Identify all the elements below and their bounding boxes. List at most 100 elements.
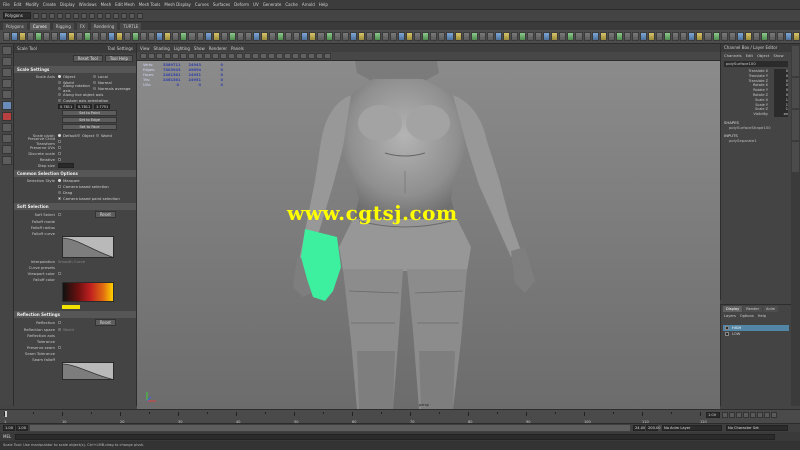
step-back-key-icon[interactable]: [729, 412, 735, 418]
circle-icon[interactable]: [43, 32, 51, 41]
set-to-point-button[interactable]: Set to Point: [62, 110, 117, 116]
ssao-icon[interactable]: [276, 53, 283, 59]
menu-curves[interactable]: Curves: [195, 2, 209, 7]
insert-loop-icon[interactable]: [406, 32, 414, 41]
menu-display[interactable]: Display: [60, 2, 75, 7]
layout-two-icon[interactable]: [2, 145, 12, 154]
nurbs-plane-icon[interactable]: [91, 32, 99, 41]
menu-help[interactable]: Help: [319, 2, 328, 7]
extrude-face-icon[interactable]: [373, 32, 381, 41]
reverse-curve-icon[interactable]: [132, 32, 140, 41]
select-component-icon[interactable]: [89, 12, 95, 19]
soft-select-checkbox[interactable]: [58, 212, 61, 216]
preserve-uvs-checkbox[interactable]: [58, 145, 61, 149]
channel-menu-edit[interactable]: Edit: [746, 53, 753, 58]
rigid-body-icon[interactable]: [543, 32, 551, 41]
cylindrical-map-icon[interactable]: [486, 32, 494, 41]
radio-space-world[interactable]: [58, 327, 61, 331]
nurbs-sphere-icon[interactable]: [59, 32, 67, 41]
side-tab-attribute-editor[interactable]: [792, 78, 799, 108]
time-slider[interactable]: 1 10 20 30 40 50 60 70 80 90 100 110 120 1.00: [0, 409, 800, 424]
shelf-tab-rendering[interactable]: Rendering: [90, 22, 118, 30]
select-hierarchy-icon[interactable]: [73, 12, 79, 19]
gate-mask-icon[interactable]: [196, 53, 203, 59]
sculpt-icon[interactable]: [277, 32, 285, 41]
shelf-tab-rigging[interactable]: Rigging: [52, 22, 74, 30]
poly-pipe-icon[interactable]: [333, 32, 341, 41]
poly-cylinder-icon[interactable]: [301, 32, 309, 41]
render-settings-icon[interactable]: [137, 12, 143, 19]
current-frame-field[interactable]: 1.00: [706, 412, 720, 418]
layer-menu-options[interactable]: Options: [740, 314, 754, 318]
attach-curve-icon[interactable]: [107, 32, 115, 41]
smooth-shade-icon[interactable]: [236, 53, 243, 59]
last-tool-icon[interactable]: [2, 112, 12, 121]
combine-icon[interactable]: [341, 32, 349, 41]
layer-visibility-toggle[interactable]: [725, 332, 729, 336]
uv-layout-icon[interactable]: [462, 32, 470, 41]
xray-joints-icon[interactable]: [316, 53, 323, 59]
snap-curve-icon[interactable]: [105, 12, 111, 19]
wire-icon[interactable]: [720, 32, 728, 41]
start-time-field[interactable]: 1.00: [3, 425, 15, 431]
rebuild-surface-icon[interactable]: [261, 32, 269, 41]
multi-cut-icon[interactable]: [414, 32, 422, 41]
detach-curve-icon[interactable]: [115, 32, 123, 41]
viewport-menu-panels[interactable]: Panels: [231, 46, 244, 51]
menu-mesh[interactable]: Mesh: [101, 2, 112, 7]
menu-modify[interactable]: Modify: [25, 2, 38, 7]
soft-selection-header[interactable]: Soft Selection: [14, 203, 136, 210]
channel-menu-show[interactable]: Show: [773, 53, 783, 58]
menu-cache[interactable]: Cache: [285, 2, 297, 7]
isolate-select-icon[interactable]: [300, 53, 307, 59]
input-name[interactable]: polySeparate1: [729, 138, 788, 143]
go-to-start-icon[interactable]: [722, 412, 728, 418]
discrete-scale-checkbox[interactable]: [58, 151, 61, 155]
nurbs-cube-icon[interactable]: [67, 32, 75, 41]
intersect-icon[interactable]: [244, 32, 252, 41]
arc-tool-icon[interactable]: [35, 32, 43, 41]
separate-icon[interactable]: [349, 32, 357, 41]
command-input[interactable]: [15, 433, 776, 440]
bezier-curve-icon[interactable]: [27, 32, 35, 41]
go-to-end-icon[interactable]: [771, 412, 777, 418]
sculpt-deform-icon[interactable]: [736, 32, 744, 41]
radio-live-object[interactable]: [58, 92, 61, 96]
menu-create[interactable]: Create: [43, 2, 56, 7]
open-scene-icon[interactable]: [41, 12, 47, 19]
layer-visibility-toggle[interactable]: [725, 326, 729, 330]
poly-plane-icon[interactable]: [317, 32, 325, 41]
bookmark-icon[interactable]: [156, 53, 163, 59]
lasso-tool-icon[interactable]: [2, 57, 12, 66]
side-tab-tool-settings[interactable]: [792, 110, 799, 140]
radio-marquee[interactable]: [58, 178, 61, 182]
light-point-icon[interactable]: [599, 32, 607, 41]
falloff-color-ramp[interactable]: [62, 282, 114, 302]
bevel-edge-icon[interactable]: [381, 32, 389, 41]
insert-isoparm-icon[interactable]: [252, 32, 260, 41]
particles-icon[interactable]: [535, 32, 543, 41]
select-tool-icon[interactable]: [2, 46, 12, 55]
shelf-tab-polygons[interactable]: Polygons: [3, 22, 27, 30]
rebuild-curve-icon[interactable]: [123, 32, 131, 41]
light-area-icon[interactable]: [615, 32, 623, 41]
planar-map-icon[interactable]: [470, 32, 478, 41]
preserve-seam-checkbox[interactable]: [58, 345, 61, 349]
paint-weights-icon[interactable]: [768, 32, 776, 41]
render-settings-icon[interactable]: [656, 32, 664, 41]
planar-icon[interactable]: [172, 32, 180, 41]
poly-cone-icon[interactable]: [309, 32, 317, 41]
relative-checkbox[interactable]: [58, 157, 61, 161]
viewport-menu-show[interactable]: Show: [194, 46, 205, 51]
bridge-icon[interactable]: [365, 32, 373, 41]
cloth-icon[interactable]: [567, 32, 575, 41]
ipr-render-icon[interactable]: [129, 12, 135, 19]
shelf-tab-fx[interactable]: FX: [76, 22, 88, 30]
object-name[interactable]: polySurface100: [724, 61, 788, 67]
turtle-settings-icon[interactable]: [591, 32, 599, 41]
target-weld-icon[interactable]: [430, 32, 438, 41]
rotate-tool-icon[interactable]: [2, 90, 12, 99]
ik-handle-icon[interactable]: [752, 32, 760, 41]
blend-shape-icon[interactable]: [712, 32, 720, 41]
tool-help-button[interactable]: Tool Help: [104, 55, 133, 62]
